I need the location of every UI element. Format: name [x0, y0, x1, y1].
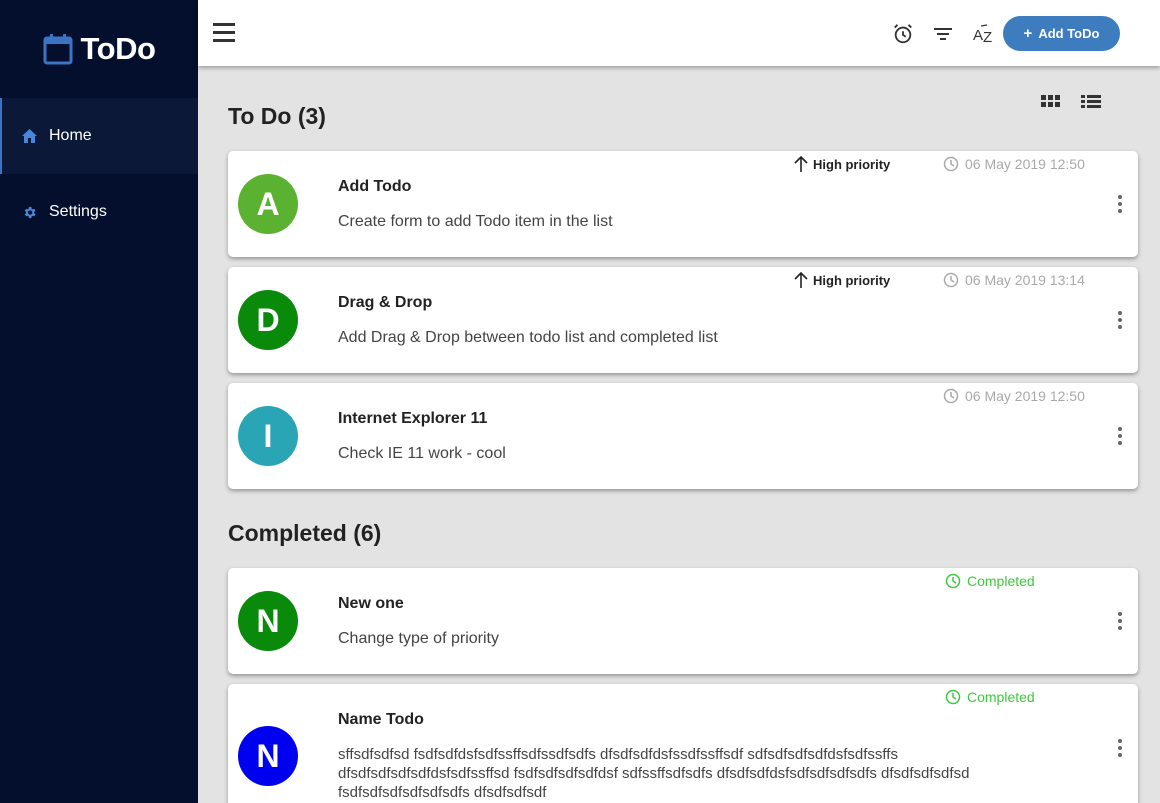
app-logo[interactable]: ToDo [0, 0, 198, 98]
arrow-up-icon [794, 272, 808, 288]
add-todo-label: Add ToDo [1038, 26, 1100, 41]
sort-az-icon[interactable]: AZ [971, 22, 995, 46]
priority-label: High priority [813, 156, 891, 172]
todo-card[interactable]: D Drag & Drop Add Drag & Drop between to… [228, 267, 1138, 373]
completed-label: Completed [967, 689, 1035, 705]
menu-icon[interactable] [213, 22, 235, 42]
completed-label: Completed [967, 573, 1035, 589]
completed-badge: Completed [945, 689, 1035, 705]
avatar: I [238, 406, 298, 466]
todo-title: Name Todo [338, 711, 424, 728]
avatar: N [238, 591, 298, 651]
date-text: 06 May 2019 13:14 [965, 272, 1085, 288]
grid-view-icon[interactable] [1040, 93, 1062, 111]
todo-date: 06 May 2019 12:50 [943, 388, 1085, 404]
completed-card[interactable]: N New one Change type of priority Comple… [228, 568, 1138, 674]
sidebar-item-settings[interactable]: Settings [0, 174, 198, 250]
priority-badge: High priority [794, 272, 890, 288]
clock-icon [943, 272, 959, 288]
clock-icon [945, 689, 961, 705]
todo-title: New one [338, 595, 404, 612]
calendar-icon [43, 33, 73, 65]
todo-title: Add Todo [338, 178, 412, 195]
plus-icon: + [1023, 25, 1033, 42]
more-options-icon[interactable] [1112, 737, 1128, 759]
alarm-icon[interactable] [891, 22, 915, 46]
clock-icon [945, 573, 961, 589]
more-options-icon[interactable] [1112, 610, 1128, 632]
svg-text:Z: Z [983, 29, 992, 45]
completed-badge: Completed [945, 573, 1035, 589]
sidebar: ToDo Home Settings [0, 0, 198, 803]
filter-icon[interactable] [931, 22, 955, 46]
completed-section-title: Completed (6) [228, 520, 382, 546]
list-view-icon[interactable] [1080, 93, 1102, 111]
todo-card[interactable]: A Add Todo Create form to add Todo item … [228, 151, 1138, 257]
top-app-bar: AZ + Add ToDo [198, 0, 1160, 66]
todo-description: sffsdfsdfsd fsdfsdfdsfsdfssffsdfssdfsdfs… [338, 746, 970, 801]
svg-text:A: A [973, 27, 983, 44]
avatar: D [238, 290, 298, 350]
sidebar-item-home[interactable]: Home [0, 98, 198, 174]
more-options-icon[interactable] [1112, 309, 1128, 331]
sidebar-item-label: Home [49, 127, 92, 144]
completed-card[interactable]: N Name Todo sffsdfsdfsd fsdfsdfdsfsdfssf… [228, 684, 1138, 803]
more-options-icon[interactable] [1112, 193, 1128, 215]
more-options-icon[interactable] [1112, 425, 1128, 447]
date-text: 06 May 2019 12:50 [965, 388, 1085, 404]
todo-description: Create form to add Todo item in the list [338, 213, 613, 230]
add-todo-button[interactable]: + Add ToDo [1003, 16, 1120, 51]
date-text: 06 May 2019 12:50 [965, 156, 1085, 172]
todo-date: 06 May 2019 13:14 [943, 272, 1085, 288]
priority-badge: High priority [794, 156, 890, 172]
todo-title: Drag & Drop [338, 294, 433, 311]
arrow-up-icon [794, 156, 808, 172]
avatar: N [238, 726, 298, 786]
app-name: ToDo [80, 31, 156, 66]
gear-icon [22, 205, 37, 220]
sidebar-item-label: Settings [49, 203, 107, 220]
todo-title: Internet Explorer 11 [338, 410, 488, 427]
todo-description: Add Drag & Drop between todo list and co… [338, 329, 718, 346]
clock-icon [943, 388, 959, 404]
todo-description: Check IE 11 work - cool [338, 445, 506, 462]
todo-card[interactable]: I Internet Explorer 11 Check IE 11 work … [228, 383, 1138, 489]
priority-label: High priority [813, 272, 891, 288]
avatar: A [238, 174, 298, 234]
todo-date: 06 May 2019 12:50 [943, 156, 1085, 172]
clock-icon [943, 156, 959, 172]
home-icon [22, 129, 37, 144]
todo-description: Change type of priority [338, 630, 499, 647]
todo-section-title: To Do (3) [228, 103, 326, 129]
